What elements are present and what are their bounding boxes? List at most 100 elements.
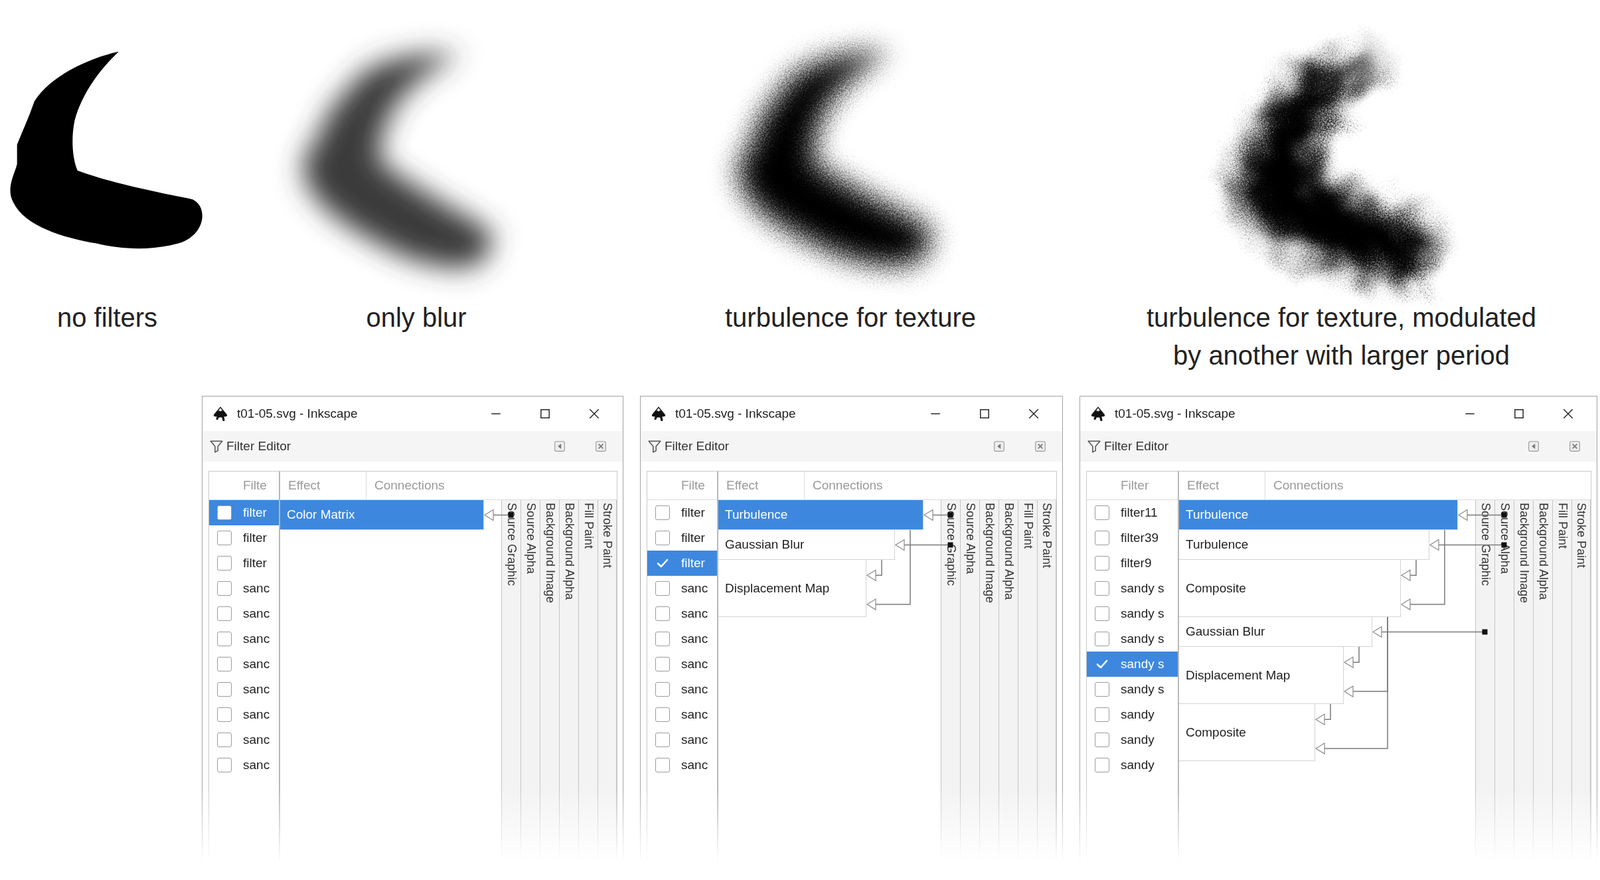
- filter-row[interactable]: filter9: [1086, 550, 1178, 576]
- source-input-column[interactable]: Background Image: [979, 499, 999, 862]
- filter-column-header[interactable]: Filte: [239, 478, 279, 493]
- filter-checkbox[interactable]: [655, 606, 670, 621]
- effect-row[interactable]: Composite: [1179, 703, 1316, 761]
- dock-arrow-icon[interactable]: [1527, 440, 1540, 453]
- source-input-column[interactable]: Stroke Paint: [597, 499, 617, 862]
- filter-checkbox[interactable]: [1094, 530, 1110, 546]
- connections-column-header[interactable]: Connections: [804, 478, 883, 493]
- filter-checkbox[interactable]: [217, 606, 232, 621]
- filter-row[interactable]: filter: [209, 499, 279, 526]
- minimize-button[interactable]: [910, 396, 960, 431]
- input-arrow-icon[interactable]: [1401, 569, 1411, 581]
- effect-column-header[interactable]: Effect: [280, 471, 367, 500]
- source-input-column[interactable]: Stroke Paint: [1571, 499, 1591, 862]
- effect-row[interactable]: Gaussian Blur: [1179, 616, 1373, 647]
- filter-checkbox[interactable]: [217, 681, 232, 697]
- input-arrow-icon[interactable]: [1401, 598, 1411, 610]
- filter-checkbox[interactable]: [1094, 681, 1110, 697]
- minimize-button[interactable]: [471, 396, 521, 431]
- source-input-column[interactable]: Source Graphic: [1475, 499, 1495, 862]
- filter-row[interactable]: sanc: [209, 676, 279, 702]
- filter-row[interactable]: sanc: [209, 651, 279, 677]
- title-bar[interactable]: t01-05.svg - Inkscape: [640, 396, 1063, 431]
- filter-row[interactable]: sanc: [209, 626, 279, 652]
- source-input-column[interactable]: Fill Paint: [1017, 499, 1038, 862]
- effect-column-header[interactable]: Effect: [1179, 471, 1266, 500]
- filter-row[interactable]: filter: [647, 499, 718, 526]
- close-button[interactable]: [569, 396, 619, 431]
- filter-checkbox[interactable]: [217, 631, 232, 646]
- effect-row[interactable]: Turbulence: [718, 499, 924, 530]
- source-input-column[interactable]: Background Alpha: [559, 499, 579, 862]
- filter-checkbox[interactable]: [217, 656, 232, 672]
- input-arrow-icon[interactable]: [1458, 509, 1468, 521]
- close-button[interactable]: [1543, 396, 1593, 431]
- title-bar[interactable]: t01-05.svg - Inkscape: [202, 396, 623, 431]
- filter-row[interactable]: sandy s: [1086, 575, 1178, 601]
- filter-checkbox[interactable]: [217, 555, 232, 571]
- filter-row[interactable]: sanc: [647, 651, 718, 677]
- input-arrow-icon[interactable]: [1430, 539, 1439, 551]
- maximize-button[interactable]: [1494, 396, 1544, 431]
- minimize-button[interactable]: [1445, 396, 1495, 431]
- connections-column-header[interactable]: Connections: [1265, 478, 1344, 493]
- connections-column-header[interactable]: Connections: [366, 478, 445, 493]
- filter-row[interactable]: sanc: [647, 676, 718, 702]
- source-input-column[interactable]: Source Graphic: [501, 499, 521, 862]
- input-arrow-icon[interactable]: [1372, 626, 1382, 638]
- effect-row[interactable]: Composite: [1179, 559, 1401, 617]
- input-arrow-icon[interactable]: [867, 569, 876, 581]
- filter-row[interactable]: sanc: [647, 600, 718, 627]
- filter-checkbox[interactable]: [1094, 707, 1110, 722]
- effect-column-header[interactable]: Effect: [718, 471, 805, 500]
- filter-row[interactable]: filter: [647, 525, 718, 551]
- effect-row[interactable]: Turbulence: [1179, 529, 1430, 560]
- source-input-column[interactable]: Fill Paint: [578, 499, 598, 862]
- filter-checkbox[interactable]: [655, 555, 670, 571]
- input-arrow-icon[interactable]: [1315, 742, 1325, 754]
- filter-checkbox[interactable]: [655, 681, 670, 697]
- filter-checkbox[interactable]: [1094, 606, 1110, 621]
- panel-close-icon[interactable]: [1034, 440, 1047, 453]
- source-input-column[interactable]: Source Alpha: [960, 499, 980, 862]
- filter-row[interactable]: sanc: [209, 701, 279, 727]
- effect-row[interactable]: Displacement Map: [1179, 646, 1344, 704]
- panel-close-icon[interactable]: [1568, 440, 1581, 453]
- filter-checkbox[interactable]: [217, 732, 232, 747]
- filter-row[interactable]: filter: [209, 525, 279, 551]
- filter-row[interactable]: sandy s: [1086, 626, 1178, 652]
- filter-checkbox[interactable]: [1094, 656, 1110, 672]
- source-input-column[interactable]: Source Alpha: [520, 499, 540, 862]
- effect-row[interactable]: Gaussian Blur: [718, 529, 895, 560]
- source-input-column[interactable]: Source Graphic: [940, 499, 960, 862]
- filter-checkbox[interactable]: [655, 530, 670, 546]
- filter-row[interactable]: sandy s: [1086, 651, 1178, 677]
- filter-row[interactable]: sandy: [1086, 726, 1178, 753]
- filter-checkbox[interactable]: [1094, 732, 1110, 747]
- filter-row[interactable]: sanc: [647, 752, 718, 778]
- filter-checkbox[interactable]: [655, 707, 670, 722]
- filter-checkbox[interactable]: [217, 757, 232, 773]
- filter-row[interactable]: filter39: [1086, 525, 1178, 551]
- filter-checkbox[interactable]: [217, 505, 232, 520]
- filter-row[interactable]: sanc: [209, 726, 279, 753]
- filter-row[interactable]: sanc: [209, 752, 279, 778]
- filter-checkbox[interactable]: [655, 580, 670, 596]
- input-arrow-icon[interactable]: [1344, 656, 1354, 668]
- filter-row[interactable]: sandy: [1086, 752, 1178, 778]
- filter-checkbox[interactable]: [1094, 757, 1110, 773]
- source-input-column[interactable]: Background Image: [539, 499, 560, 862]
- close-button[interactable]: [1009, 396, 1059, 431]
- filter-row[interactable]: sanc: [209, 575, 279, 601]
- filter-row[interactable]: filter: [647, 550, 718, 576]
- filter-checkbox[interactable]: [655, 631, 670, 646]
- filter-row[interactable]: sandy: [1086, 701, 1178, 727]
- filter-row[interactable]: sandy s: [1086, 676, 1178, 702]
- input-arrow-icon[interactable]: [484, 509, 494, 521]
- filter-row[interactable]: sandy s: [1086, 600, 1178, 627]
- filter-checkbox[interactable]: [1094, 580, 1110, 596]
- dock-arrow-icon[interactable]: [993, 440, 1006, 453]
- filter-checkbox[interactable]: [217, 580, 232, 596]
- maximize-button[interactable]: [520, 396, 570, 431]
- filter-checkbox[interactable]: [217, 530, 232, 546]
